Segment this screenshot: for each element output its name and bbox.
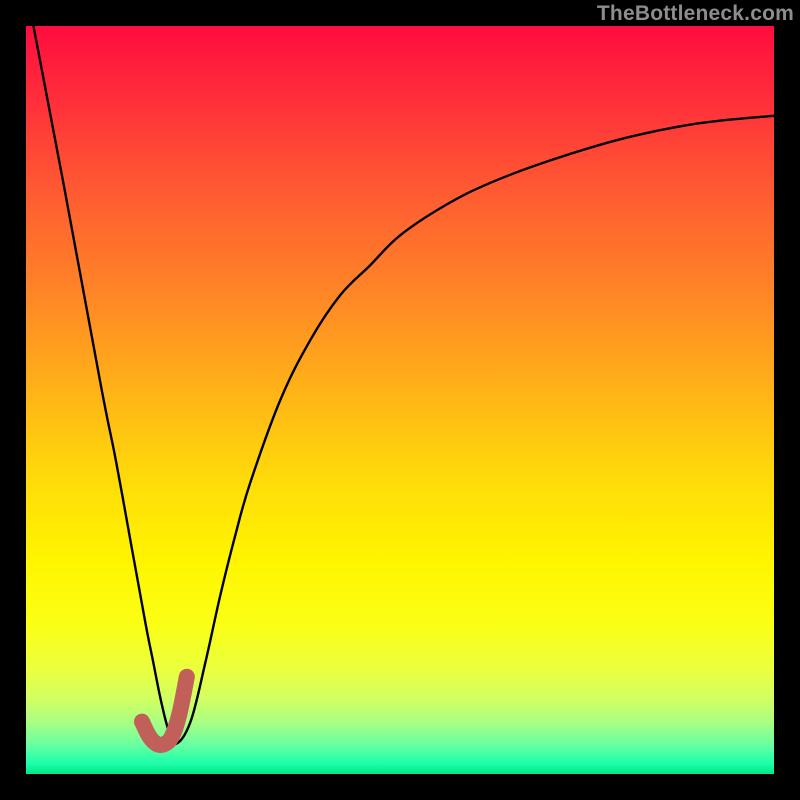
watermark-text: TheBottleneck.com [597, 2, 794, 26]
chart-svg [26, 26, 774, 774]
outer-frame: TheBottleneck.com [0, 0, 800, 800]
plot-area [26, 26, 774, 774]
gradient-background [26, 26, 774, 774]
